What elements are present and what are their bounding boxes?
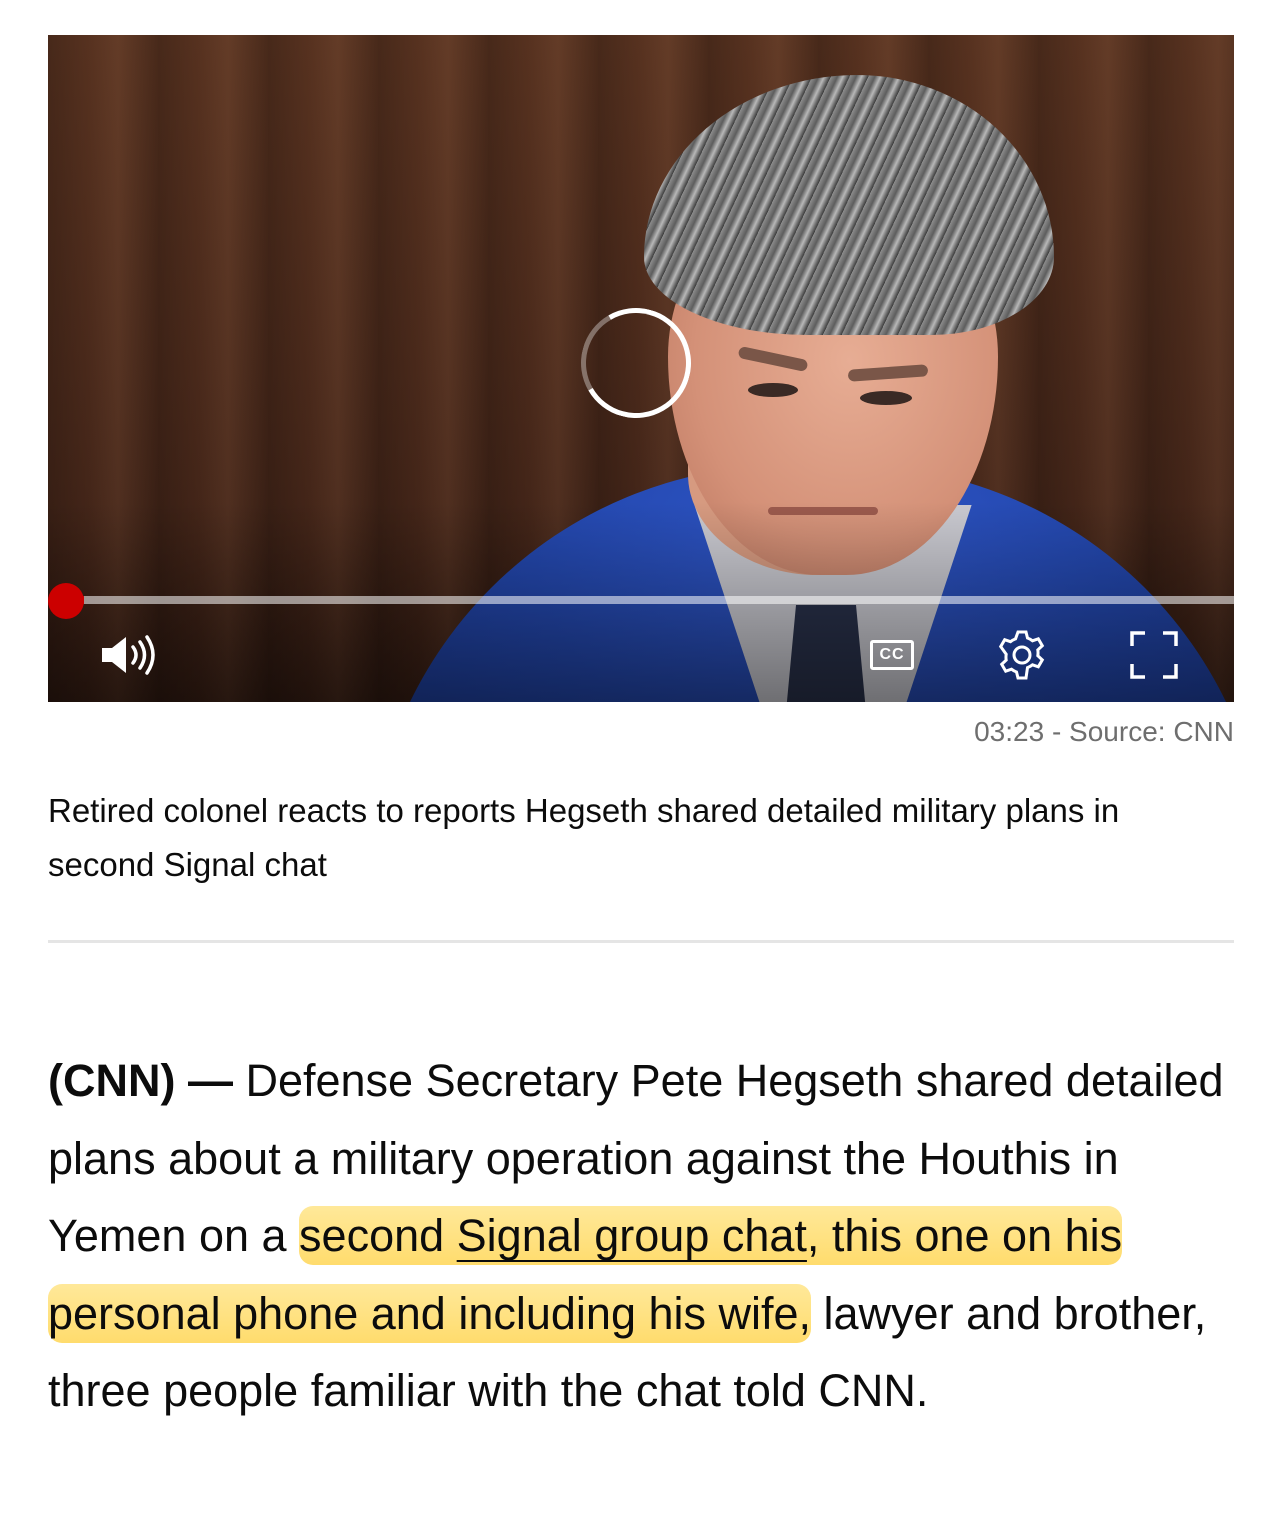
article-dateline: (CNN) — xyxy=(48,1055,233,1106)
video-meta: 03:23 - Source: CNN xyxy=(974,716,1234,747)
fullscreen-icon xyxy=(1130,631,1178,679)
closed-captions-button[interactable]: CC xyxy=(863,625,921,685)
section-divider xyxy=(48,940,1234,943)
article-body: (CNN) — Defense Secretary Pete Hegseth s… xyxy=(48,1042,1238,1430)
volume-button[interactable] xyxy=(94,625,164,685)
video-scrub-handle[interactable] xyxy=(48,583,84,619)
signal-group-chat-link[interactable]: Signal group chat xyxy=(457,1210,807,1261)
volume-icon xyxy=(102,635,155,675)
closed-captions-icon: CC xyxy=(870,640,914,670)
settings-button[interactable] xyxy=(992,625,1052,685)
gear-icon xyxy=(998,630,1045,680)
fullscreen-button[interactable] xyxy=(1124,625,1184,685)
video-caption: Retired colonel reacts to reports Hegset… xyxy=(48,792,1120,883)
video-progress-bar[interactable] xyxy=(66,596,1234,604)
highlight-text: second xyxy=(299,1210,457,1261)
video-player[interactable]: CC xyxy=(48,35,1234,702)
